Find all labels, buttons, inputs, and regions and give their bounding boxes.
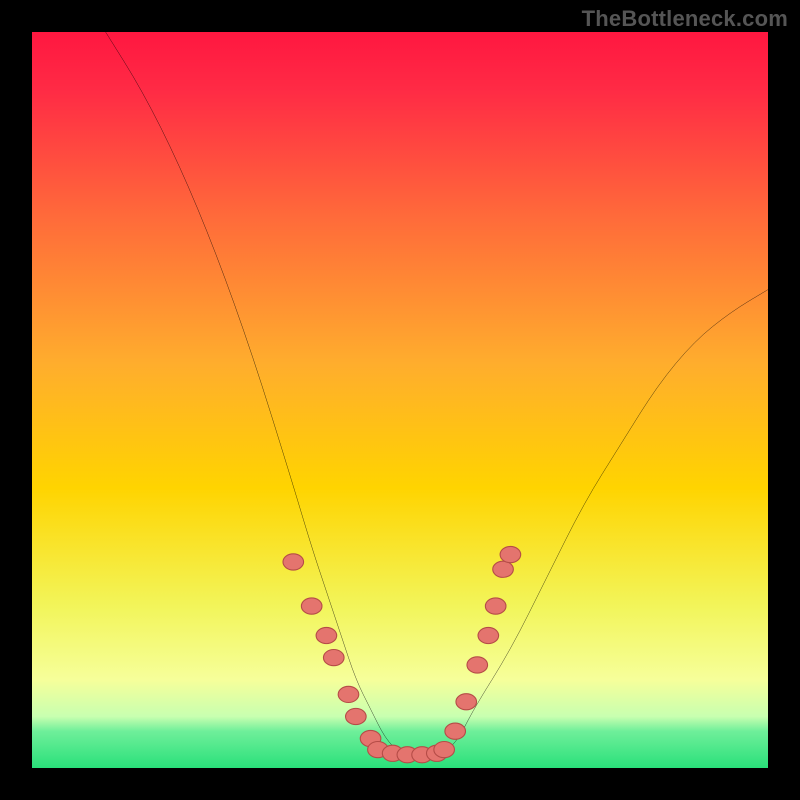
data-marker bbox=[456, 694, 477, 710]
data-marker bbox=[283, 554, 304, 570]
data-marker bbox=[338, 686, 359, 702]
data-marker bbox=[478, 627, 499, 643]
data-marker bbox=[301, 598, 322, 614]
data-marker bbox=[485, 598, 506, 614]
bottleneck-chart bbox=[32, 32, 768, 768]
data-marker bbox=[467, 657, 488, 673]
gradient-background bbox=[32, 32, 768, 768]
watermark-text: TheBottleneck.com bbox=[582, 6, 788, 32]
data-marker bbox=[500, 546, 521, 562]
data-marker bbox=[493, 561, 514, 577]
chart-frame: TheBottleneck.com bbox=[0, 0, 800, 800]
data-marker bbox=[316, 627, 337, 643]
data-marker bbox=[434, 742, 455, 758]
data-marker bbox=[323, 650, 344, 666]
data-marker bbox=[445, 723, 466, 739]
data-marker bbox=[346, 708, 367, 724]
